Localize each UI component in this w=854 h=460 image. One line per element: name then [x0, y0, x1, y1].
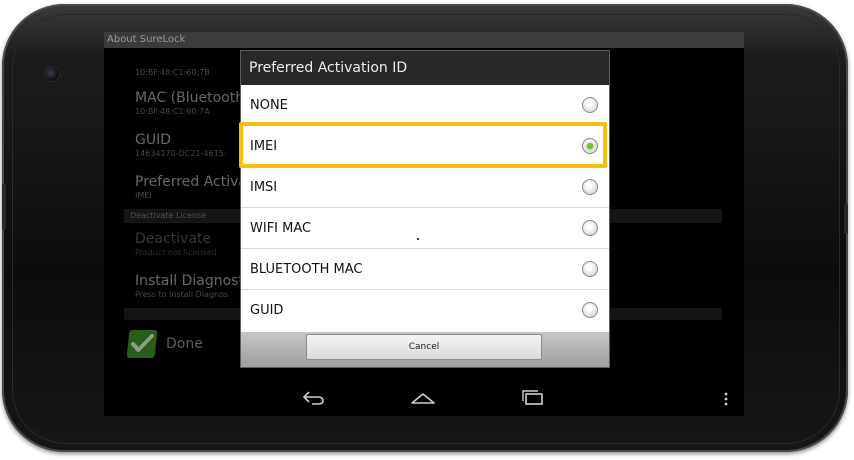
option-guid[interactable]: GUID	[241, 290, 609, 331]
navigation-bar	[104, 380, 744, 416]
selection-highlight-frame	[239, 122, 607, 168]
option-label: IMSI	[250, 180, 278, 195]
option-bluetooth-mac[interactable]: BLUETOOTH MAC	[241, 249, 609, 290]
home-icon[interactable]	[410, 390, 436, 410]
radio-button-icon[interactable]	[582, 302, 598, 318]
option-label: GUID	[250, 303, 284, 318]
radio-button-icon[interactable]	[582, 220, 598, 236]
option-label: NONE	[250, 98, 288, 113]
front-camera	[44, 66, 60, 82]
preferred-activation-dialog: Preferred Activation ID NONE IMEI IMSI W…	[240, 50, 610, 368]
radio-button-icon[interactable]	[582, 97, 598, 113]
stray-dot	[417, 238, 419, 240]
option-label: BLUETOOTH MAC	[250, 262, 363, 277]
radio-button-icon[interactable]	[582, 261, 598, 277]
dialog-title: Preferred Activation ID	[241, 51, 609, 85]
menu-overflow-icon[interactable]	[723, 391, 729, 410]
cancel-button[interactable]: Cancel	[306, 334, 542, 360]
radio-button-icon[interactable]	[582, 179, 598, 195]
volume-button	[2, 184, 6, 230]
app-title-bar: About SureLock	[104, 32, 744, 48]
option-label: WIFI MAC	[250, 221, 312, 236]
power-button	[844, 204, 848, 234]
dialog-button-bar: Cancel	[241, 332, 609, 367]
option-imsi[interactable]: IMSI	[241, 167, 609, 208]
device-screen: About SureLock 10:BF:48:C1:60:7B MAC (Bl…	[104, 32, 744, 416]
option-none[interactable]: NONE	[241, 85, 609, 126]
back-icon[interactable]	[302, 390, 326, 410]
option-wifi-mac[interactable]: WIFI MAC	[241, 208, 609, 249]
recent-apps-icon[interactable]	[520, 390, 546, 410]
